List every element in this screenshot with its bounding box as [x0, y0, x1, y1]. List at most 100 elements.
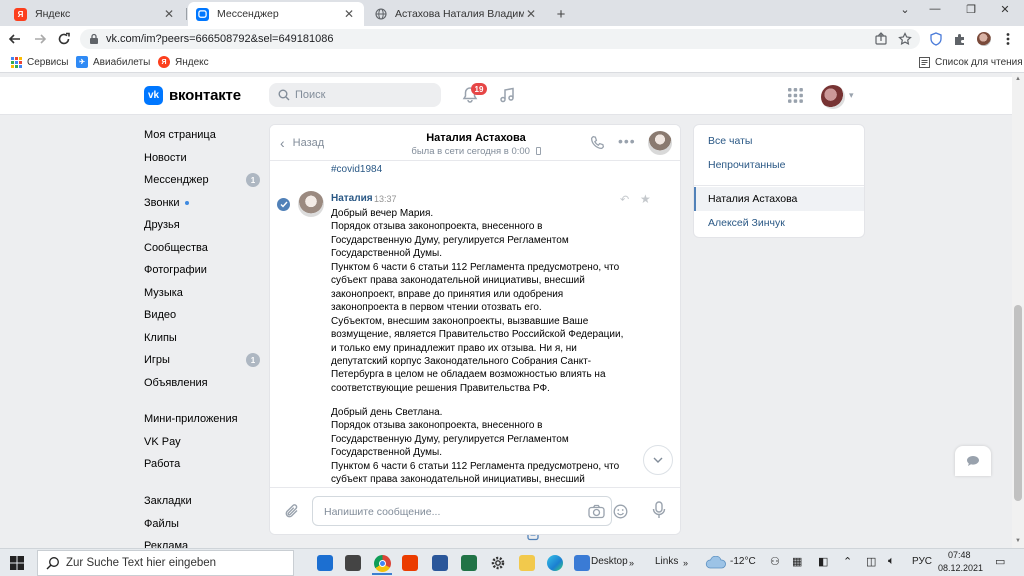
menu-item-music[interactable]: Музыка [144, 283, 539, 309]
address-bar[interactable]: vk.com/im?peers=666508792&sel=649181086 [80, 29, 920, 49]
office-app-icon[interactable] [398, 551, 422, 575]
menu-item-files[interactable]: Файлы [144, 514, 539, 540]
message-author-avatar[interactable] [298, 191, 324, 217]
chevron-down-icon[interactable]: ▾ [849, 90, 854, 101]
menu-item-photos[interactable]: Фотографии [144, 260, 540, 287]
user-avatar[interactable] [821, 85, 845, 109]
camera-icon[interactable] [588, 504, 605, 519]
vk-logo-icon[interactable]: vk [144, 86, 163, 105]
menu-item-video[interactable]: Видео [144, 305, 540, 331]
file-explorer-icon[interactable] [515, 551, 539, 575]
menu-item-communities[interactable]: Сообщества [144, 238, 540, 263]
chevron-double-right-icon[interactable]: » [629, 558, 634, 568]
network-icon[interactable]: ▦ [792, 555, 802, 568]
filter-unread[interactable]: Непрочитанные [694, 153, 864, 177]
conversation-zinchuk[interactable]: Алексей Зинчук [694, 211, 864, 235]
contact-avatar[interactable] [648, 131, 672, 155]
excel-app-icon[interactable] [457, 551, 481, 575]
weather-cloud-icon[interactable] [704, 551, 728, 575]
menu-item-advertising[interactable]: Реклама [144, 536, 262, 548]
emoji-smile-icon[interactable] [613, 504, 628, 519]
restore-button[interactable]: ❐ [961, 3, 981, 16]
tab-astakhova[interactable]: Астахова Наталия Владимиров ✕ [366, 2, 546, 26]
clock-date[interactable]: 08.12.2021 [938, 563, 983, 573]
hashtag-link[interactable]: #covid1984 [331, 164, 382, 175]
tab-yandex[interactable]: Я Яндекс ✕ [6, 2, 184, 26]
reload-icon[interactable] [55, 30, 73, 48]
word-app-icon[interactable] [428, 551, 452, 575]
people-icon[interactable]: ⚇ [770, 555, 780, 568]
minimize-button[interactable]: — [925, 3, 945, 15]
browser-menu-icon[interactable] [999, 30, 1017, 48]
network-wifi-icon[interactable]: ◫ [866, 555, 876, 568]
message-input[interactable]: Напишите сообщение... [312, 496, 628, 526]
menu-item-messenger[interactable]: Мессенджер 1 [144, 170, 540, 197]
checkmark-icon[interactable] [277, 198, 290, 211]
menu-item-bookmarks[interactable]: Закладки [144, 491, 540, 518]
links-toolbar[interactable]: Links [655, 556, 678, 567]
scroll-down-button[interactable] [643, 445, 673, 475]
tab-search-icon[interactable]: ⌄ [895, 3, 915, 16]
extension-shield-icon[interactable] [927, 30, 945, 48]
chevron-double-right-icon[interactable]: » [683, 558, 688, 568]
menu-item-news[interactable]: Новости [144, 148, 540, 174]
extensions-puzzle-icon[interactable] [951, 30, 969, 48]
settings-gear-icon[interactable] [486, 551, 510, 575]
menu-item-games[interactable]: Игры 1 [144, 350, 540, 375]
clock-time[interactable]: 07:48 [948, 550, 971, 560]
profile-avatar[interactable] [975, 30, 993, 48]
lock-icon[interactable] [89, 33, 99, 45]
call-icon[interactable] [590, 135, 605, 150]
scroll-up-arrow-icon[interactable]: ▲ [1015, 76, 1021, 82]
chevron-up-icon[interactable]: ⌃ [843, 555, 852, 568]
music-player-icon[interactable] [499, 87, 515, 103]
vk-brand-name[interactable]: вконтакте [169, 87, 241, 104]
tab-messenger[interactable]: Мессенджер ✕ [188, 2, 364, 26]
attach-paperclip-icon[interactable] [284, 503, 300, 520]
chat-bubble-button[interactable] [955, 446, 991, 476]
notification-center-icon[interactable]: ▭ [995, 555, 1005, 568]
windows-start-icon[interactable] [10, 556, 24, 570]
edge-app-icon[interactable] [543, 551, 567, 575]
desktop-toolbar[interactable]: Desktop [591, 556, 628, 567]
bookmark-aviabilety[interactable]: ✈ Авиабилеты [76, 56, 150, 68]
app-tray-icon[interactable]: ◧ [818, 555, 828, 568]
chrome-app-icon[interactable] [370, 551, 394, 575]
taskbar-search-input[interactable]: Zur Suche Text hier eingeben [37, 550, 294, 576]
menu-item-clips[interactable]: Клипы [144, 328, 538, 354]
reply-icon[interactable]: ↶ [620, 193, 629, 206]
services-grid-icon[interactable] [788, 88, 803, 103]
conversation-astakhova[interactable]: Наталия Астахова [694, 187, 864, 211]
more-options-icon[interactable]: ••• [618, 133, 636, 149]
language-indicator[interactable]: РУС [912, 556, 932, 567]
menu-item-work[interactable]: Работа [144, 454, 540, 480]
temperature-label[interactable]: -12°C [730, 556, 756, 567]
reading-list-button[interactable]: Список для чтения [918, 56, 1023, 68]
bookmark-star-icon[interactable] [898, 32, 912, 46]
mail-app-icon[interactable] [313, 551, 337, 575]
forward-arrow-icon[interactable] [31, 30, 49, 48]
back-arrow-icon[interactable] [6, 30, 24, 48]
message-author[interactable]: Наталия [331, 193, 373, 204]
menu-item-ads[interactable]: Объявления [144, 373, 540, 399]
share-icon[interactable] [874, 32, 888, 46]
close-icon[interactable]: ✕ [524, 7, 538, 21]
menu-item-mini-apps[interactable]: Мини-приложения [144, 409, 540, 436]
new-tab-button[interactable]: + [550, 2, 572, 26]
volume-icon[interactable]: 🔈︎ [888, 555, 895, 568]
page-scrollbar[interactable]: ▲ ▼ [1012, 73, 1024, 548]
menu-item-calls[interactable]: Звонки [144, 193, 540, 219]
bookmark-yandex[interactable]: Я Яндекс [158, 56, 209, 68]
calculator-app-icon[interactable] [341, 551, 365, 575]
bookmark-services[interactable]: Сервисы [10, 56, 68, 68]
scrollbar-thumb[interactable] [1014, 305, 1022, 501]
menu-item-friends[interactable]: Друзья [144, 215, 540, 241]
menu-item-my-page[interactable]: Моя страница [144, 125, 540, 152]
voice-message-icon[interactable] [652, 501, 666, 519]
close-icon[interactable]: ✕ [342, 7, 356, 21]
scroll-down-arrow-icon[interactable]: ▼ [1015, 538, 1021, 544]
close-icon[interactable]: ✕ [162, 7, 176, 21]
star-icon[interactable]: ★ [640, 192, 651, 206]
search-input[interactable]: Поиск [269, 83, 441, 107]
menu-item-vk-pay[interactable]: VK Pay [144, 432, 540, 458]
